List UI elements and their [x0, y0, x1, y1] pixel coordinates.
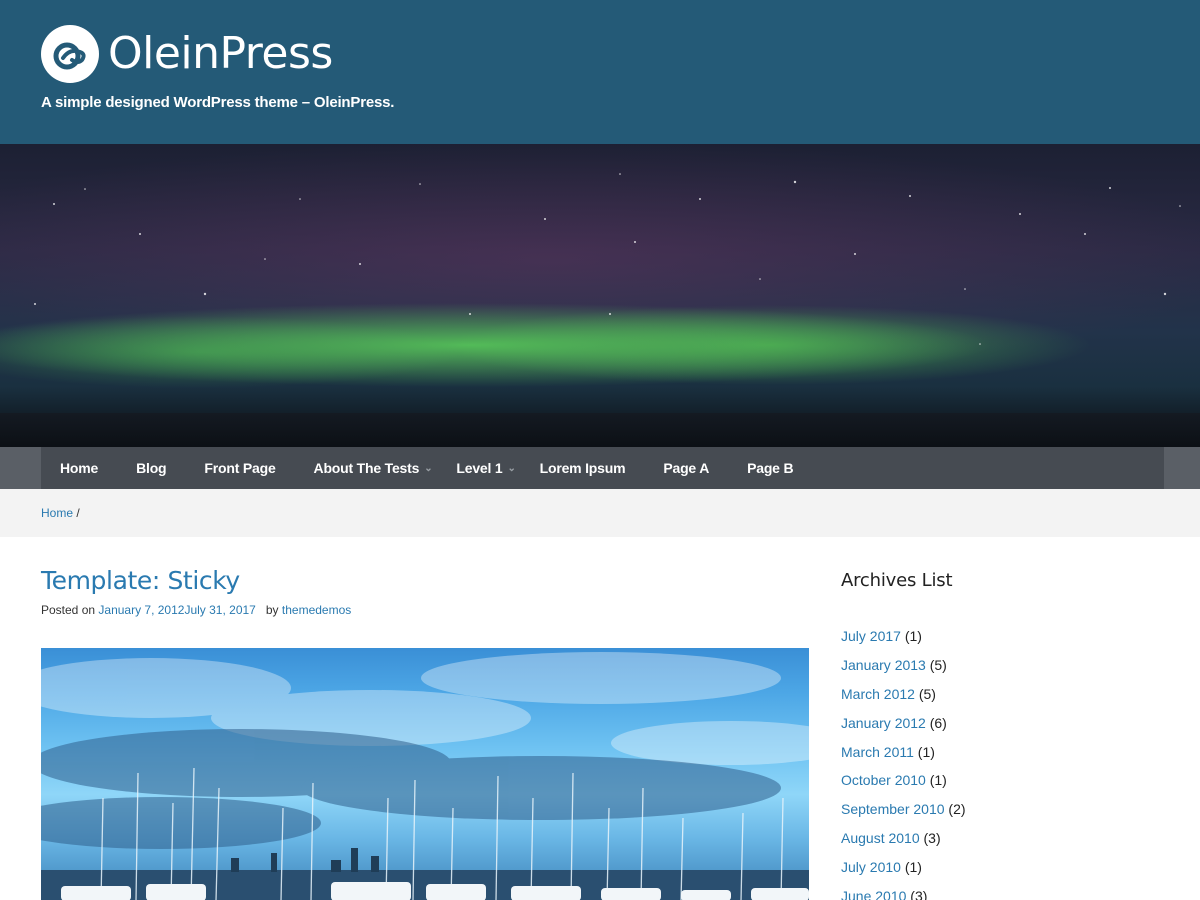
archives-widget-title: Archives List — [841, 570, 953, 591]
nav-item-level-1[interactable]: Level 1 ⌄ — [456, 460, 515, 476]
archive-count: (5) — [918, 685, 936, 702]
archive-link[interactable]: March 2012 — [841, 686, 915, 702]
nav-item-label: About The Tests — [313, 460, 420, 476]
list-item: January 2013 (5) — [841, 655, 1161, 684]
breadcrumb-bar: Home / — [0, 489, 1200, 537]
breadcrumb: Home / — [41, 506, 80, 520]
archive-count: (1) — [904, 628, 922, 644]
primary-navigation: Home Blog Front Page About The Tests ⌄ Le… — [0, 447, 1200, 489]
list-item: September 2010 (2) — [841, 799, 1161, 828]
marina-photo — [41, 652, 809, 900]
chevron-down-icon: ⌄ — [507, 462, 516, 474]
site-header: OleinPress A simple designed WordPress t… — [0, 0, 1200, 144]
header-banner-image — [0, 144, 1200, 447]
nav-item-page-a[interactable]: Page A — [663, 460, 709, 476]
archive-count: (3) — [910, 888, 928, 900]
primary-menu: Home Blog Front Page About The Tests ⌄ Le… — [41, 447, 1164, 489]
archive-link[interactable]: June 2010 — [841, 888, 906, 900]
nav-item-about-the-tests[interactable]: About The Tests ⌄ — [314, 460, 433, 476]
nav-item-lorem-ipsum[interactable]: Lorem Ipsum — [540, 460, 626, 476]
archive-count: (1) — [929, 772, 947, 789]
site-title[interactable]: OleinPress — [108, 25, 333, 83]
archive-link[interactable]: October 2010 — [841, 772, 926, 788]
archive-link[interactable]: September 2010 — [841, 801, 945, 817]
chevron-down-icon: ⌄ — [424, 462, 433, 474]
archive-count: (2) — [948, 801, 966, 818]
oleinpress-logo-icon — [41, 25, 99, 83]
post-title[interactable]: Template: Sticky — [41, 566, 240, 595]
nav-item-home[interactable]: Home — [60, 460, 98, 476]
breadcrumb-home-link[interactable]: Home — [41, 506, 73, 520]
archive-count: (1) — [917, 743, 935, 760]
site-tagline: A simple designed WordPress theme – Olei… — [41, 94, 395, 111]
archive-count: (3) — [923, 830, 941, 847]
archives-list: July 2017 (1) January 2013 (5) March 201… — [841, 626, 1161, 900]
list-item: March 2011 (1) — [841, 742, 1161, 771]
nav-item-label: Page A — [663, 460, 710, 476]
nav-item-page-b[interactable]: Page B — [747, 460, 793, 476]
nav-item-front-page[interactable]: Front Page — [204, 460, 275, 476]
list-item: March 2012 (5) — [841, 684, 1161, 713]
post-date-link[interactable]: January 7, 2012July 31, 2017 — [98, 603, 255, 617]
sidebar: Archives List July 2017 (1) January 2013… — [841, 570, 1161, 900]
archive-link[interactable]: July 2010 — [841, 859, 901, 875]
nav-item-label: Page B — [747, 460, 794, 476]
post-featured-image[interactable] — [41, 648, 809, 900]
archive-link[interactable]: August 2010 — [841, 830, 920, 846]
nav-item-label: Blog — [136, 460, 167, 476]
by-label: by — [265, 603, 279, 617]
nav-item-label: Home — [60, 460, 99, 476]
posted-on-label: Posted on — [41, 603, 96, 617]
breadcrumb-separator: / — [76, 506, 80, 520]
post-meta: Posted on January 7, 2012July 31, 2017 b… — [41, 603, 351, 617]
archive-link[interactable]: January 2013 — [841, 657, 926, 673]
list-item: August 2010 (3) — [841, 828, 1161, 857]
list-item: June 2010 (3) — [841, 886, 1161, 900]
list-item: July 2017 (1) — [841, 626, 1161, 655]
site-brand-link[interactable]: OleinPress — [41, 25, 333, 83]
archive-count: (5) — [929, 656, 947, 673]
archive-count: (6) — [929, 714, 947, 731]
archive-link[interactable]: January 2012 — [841, 715, 926, 731]
horizon-silhouette — [0, 413, 1200, 447]
nav-item-label: Lorem Ipsum — [539, 460, 626, 476]
nav-item-blog[interactable]: Blog — [136, 460, 167, 476]
list-item: July 2010 (1) — [841, 857, 1161, 886]
nav-item-label: Level 1 — [456, 460, 503, 476]
list-item: October 2010 (1) — [841, 770, 1161, 799]
post-author-link[interactable]: themedemos — [282, 603, 351, 617]
nav-item-label: Front Page — [204, 460, 276, 476]
archive-count: (1) — [904, 859, 922, 876]
starfield-decoration — [34, 173, 1181, 345]
archive-link[interactable]: July 2017 — [841, 628, 901, 644]
list-item: January 2012 (6) — [841, 713, 1161, 742]
archive-link[interactable]: March 2011 — [841, 744, 914, 760]
